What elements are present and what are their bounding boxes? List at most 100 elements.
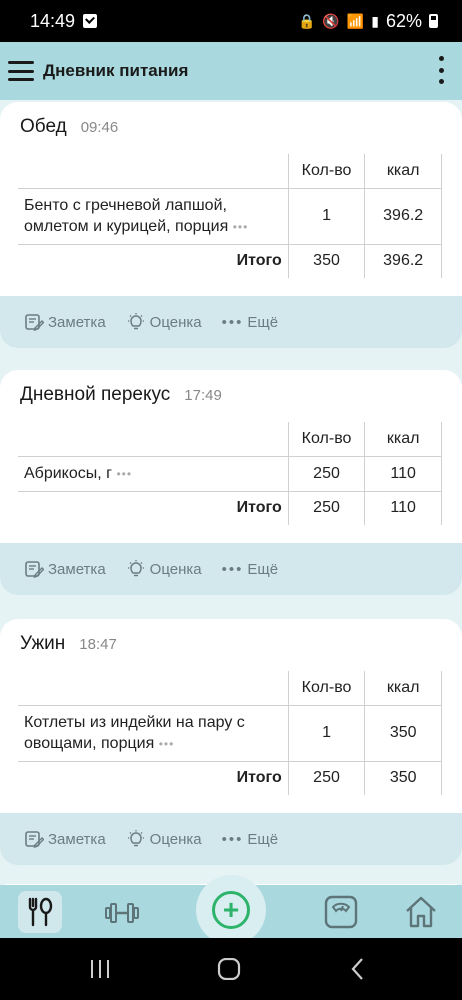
scale-icon [324, 895, 358, 929]
meal-actions: Заметка Оценка ••• Ещё [0, 296, 462, 348]
total-kcal: 350 [364, 761, 442, 795]
nav-diary[interactable] [18, 891, 62, 933]
food-name: Абрикосы, г [24, 464, 112, 482]
total-row: Итого 350 396.2 [18, 244, 442, 278]
note-label: Заметка [48, 560, 106, 578]
food-name: овощами, порция [24, 734, 155, 752]
header-qty: Кол-во [287, 422, 365, 457]
rate-button[interactable]: Оценка [126, 829, 202, 849]
status-time: 14:49 [30, 10, 76, 31]
more-label: Ещё [247, 830, 279, 848]
total-kcal: 110 [364, 491, 442, 525]
more-dots-icon[interactable]: ••• [159, 737, 175, 751]
lightbulb-icon [127, 560, 144, 577]
header-kcal: ккал [364, 671, 442, 706]
lightbulb-icon [127, 830, 144, 847]
nav-exercise[interactable] [104, 895, 140, 931]
more-dots-icon: ••• [221, 830, 244, 848]
note-button[interactable]: Заметка [24, 312, 106, 332]
meal-name[interactable]: Дневной перекус [20, 384, 170, 406]
system-nav-bar [0, 938, 462, 1000]
header-kcal: ккал [364, 154, 442, 189]
dumbbell-icon [105, 903, 139, 923]
meal-time[interactable]: 18:47 [79, 636, 117, 653]
note-edit-icon [25, 314, 44, 331]
rate-label: Оценка [149, 830, 202, 848]
food-row[interactable]: Бенто с гречневой лапшой, омлетом и куриц… [18, 188, 442, 245]
meal-name[interactable]: Ужин [20, 633, 65, 655]
wifi-icon: 📶 [346, 12, 365, 29]
total-label: Итого [236, 499, 282, 517]
nav-add[interactable]: + [196, 875, 266, 945]
food-row[interactable]: Котлеты из индейки на пару с овощами, пор… [18, 705, 442, 762]
rate-label: Оценка [149, 313, 202, 331]
total-qty: 250 [287, 761, 365, 795]
home-button-icon[interactable] [217, 958, 241, 980]
more-button[interactable]: ••• Ещё [222, 831, 278, 848]
nav-weight[interactable] [322, 893, 360, 931]
lock-icon: 🔒 [297, 12, 316, 29]
app-bar: Дневник питания [0, 42, 462, 100]
total-qty: 250 [287, 491, 365, 525]
add-circle-icon: + [212, 891, 250, 929]
meal-time[interactable]: 09:46 [81, 119, 119, 136]
menu-icon[interactable] [8, 61, 34, 81]
more-label: Ещё [247, 313, 279, 331]
more-dots-icon: ••• [221, 313, 244, 331]
status-bar: 14:49 🔒 🔇 📶 ▮ 62% [0, 0, 462, 42]
home-icon [406, 896, 436, 928]
recent-apps-icon[interactable] [88, 958, 112, 980]
total-row: Итого 250 110 [18, 491, 442, 525]
note-label: Заметка [48, 830, 106, 848]
more-dots-icon[interactable]: ••• [233, 220, 249, 234]
lightbulb-icon [127, 313, 144, 330]
meal-time[interactable]: 17:49 [184, 387, 222, 404]
total-kcal: 396.2 [364, 244, 442, 278]
back-icon[interactable] [348, 958, 368, 980]
notification-check-icon [83, 14, 98, 28]
fork-spoon-icon [28, 897, 53, 927]
rate-button[interactable]: Оценка [126, 559, 202, 579]
meal-card-dinner: Ужин 18:47 Кол-во ккал Котлеты из индейк… [0, 619, 462, 865]
note-button[interactable]: Заметка [24, 559, 106, 579]
meal-name[interactable]: Обед [20, 116, 67, 138]
more-button[interactable]: ••• Ещё [222, 561, 278, 578]
more-dots-icon: ••• [221, 560, 244, 578]
mute-icon: 🔇 [322, 12, 340, 29]
meal-card-lunch: Обед 09:46 Кол-во ккал Бенто с гречневой… [0, 102, 462, 348]
more-dots-icon[interactable]: ••• [116, 467, 132, 481]
total-qty: 350 [287, 244, 365, 278]
signal-icon: ▮ [371, 12, 379, 29]
food-table: Кол-во ккал Абрикосы, г ••• 250 110 Итог… [18, 422, 442, 525]
food-row[interactable]: Абрикосы, г ••• 250 110 [18, 456, 442, 492]
food-kcal: 110 [364, 456, 442, 492]
meal-actions: Заметка Оценка ••• Ещё [0, 813, 462, 865]
rate-label: Оценка [149, 560, 202, 578]
note-edit-icon [25, 831, 44, 848]
more-label: Ещё [247, 560, 279, 578]
food-name: Бенто с гречневой лапшой, [24, 196, 227, 214]
total-label: Итого [236, 769, 282, 787]
meal-actions: Заметка Оценка ••• Ещё [0, 543, 462, 595]
food-kcal: 396.2 [364, 188, 442, 245]
food-qty[interactable]: 1 [287, 188, 365, 245]
nav-home[interactable] [402, 893, 440, 931]
food-qty[interactable]: 1 [287, 705, 365, 762]
diary-content[interactable]: Обед 09:46 Кол-во ккал Бенто с гречневой… [0, 100, 462, 892]
food-qty[interactable]: 250 [287, 456, 365, 492]
note-label: Заметка [48, 313, 106, 331]
bottom-nav: + [0, 875, 462, 945]
header-kcal: ккал [364, 422, 442, 457]
total-row: Итого 250 350 [18, 761, 442, 795]
food-name: Котлеты из индейки на пару с [24, 713, 245, 731]
header-qty: Кол-во [287, 671, 365, 706]
food-kcal: 350 [364, 705, 442, 762]
total-label: Итого [236, 252, 282, 270]
page-title: Дневник питания [43, 61, 189, 80]
more-button[interactable]: ••• Ещё [222, 314, 278, 331]
battery-percent: 62% [385, 10, 422, 31]
header-qty: Кол-во [287, 154, 365, 189]
note-button[interactable]: Заметка [24, 829, 106, 849]
rate-button[interactable]: Оценка [126, 312, 202, 332]
more-vert-icon[interactable] [438, 56, 444, 84]
